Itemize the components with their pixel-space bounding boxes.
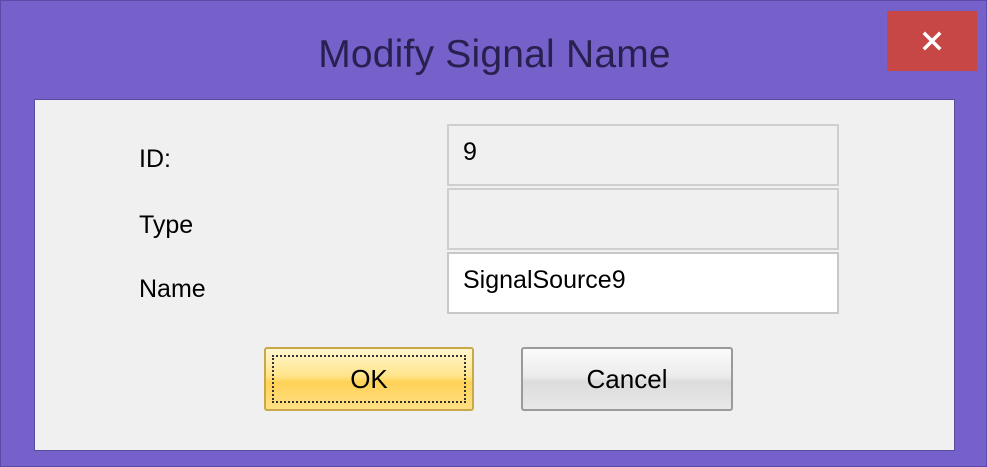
- cancel-button[interactable]: Cancel: [521, 347, 733, 411]
- dialog-content: ID: 9 Type Name SignalSource9 OK Cancel: [34, 99, 955, 451]
- id-label: ID:: [139, 145, 171, 173]
- close-icon: [922, 31, 942, 51]
- type-field: [447, 188, 839, 250]
- title-bar[interactable]: Modify Signal Name: [1, 1, 987, 99]
- id-field: 9: [447, 124, 839, 186]
- ok-button-label: OK: [350, 363, 388, 394]
- name-input[interactable]: SignalSource9: [447, 252, 839, 314]
- close-button[interactable]: [887, 11, 977, 71]
- modify-signal-name-dialog: Modify Signal Name ID: 9 Type Name Signa…: [0, 0, 987, 467]
- cancel-button-label: Cancel: [586, 363, 668, 394]
- dialog-title: Modify Signal Name: [318, 33, 671, 76]
- ok-button[interactable]: OK: [264, 347, 474, 411]
- name-label: Name: [139, 275, 206, 303]
- type-label: Type: [139, 211, 194, 239]
